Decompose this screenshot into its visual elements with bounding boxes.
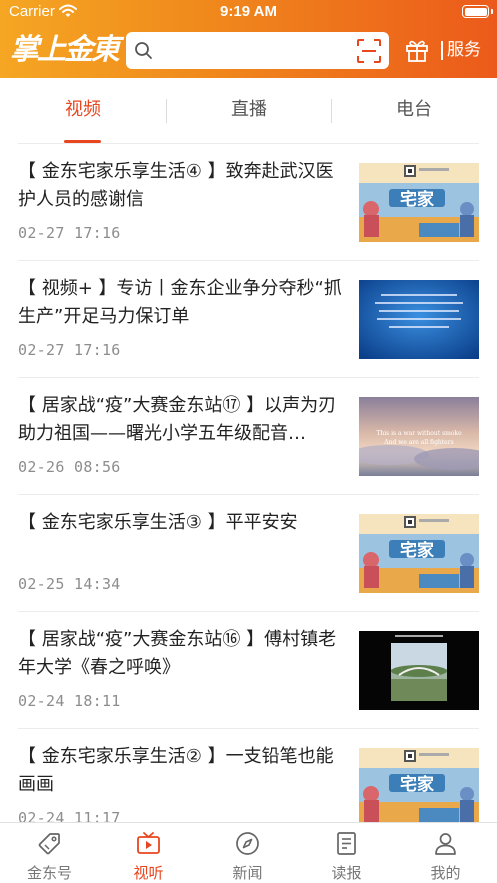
news-time: 02-25 14:34 [18, 575, 121, 593]
thumb-caption-line2: And we are all fighters [383, 439, 453, 446]
news-time: 02-27 17:16 [18, 341, 121, 359]
news-title: 【 视频+ 】专访丨金东企业争分夺秒“抓生产”开足马力保订单 [18, 278, 342, 327]
nav-item-news[interactable]: 新闻 [198, 823, 297, 883]
status-bar: Carrier 9:19 AM [0, 0, 497, 26]
app-logo: 掌上金東 [10, 32, 120, 66]
news-thumbnail[interactable]: 宅家 [359, 748, 479, 822]
battery-icon [462, 5, 493, 18]
nav-item-newspaper[interactable]: 读报 [297, 823, 396, 883]
news-thumbnail[interactable]: 宅家 [359, 163, 479, 242]
compass-icon [236, 832, 259, 855]
news-time: 02-26 08:56 [18, 458, 121, 476]
poster-title: 宅家 [400, 189, 434, 210]
nav-item-shiting[interactable]: 视听 [99, 823, 198, 883]
nav-item-mine[interactable]: 我的 [396, 823, 495, 883]
bottom-nav: 金东号 视听 新闻 读报 我的 [0, 822, 497, 883]
tab-radio[interactable]: 电台 [331, 78, 497, 144]
nav-label: 新闻 [232, 864, 263, 882]
status-time: 9:19 AM [220, 3, 277, 20]
news-title: 【 金东宅家乐享生活④ 】致奔赴武汉医护人员的感谢信 [18, 161, 334, 210]
news-thumbnail[interactable] [359, 631, 479, 710]
list-item[interactable]: 【 居家战“疫”大赛金东站⑯ 】傅村镇老年大学《春之呼唤》 02-24 18:1… [0, 612, 497, 729]
tab-live[interactable]: 直播 [166, 78, 332, 144]
thumb-caption-line1: This is a war without smoke [376, 430, 462, 437]
service-button[interactable]: 服务 [447, 38, 481, 62]
gift-icon[interactable] [404, 37, 430, 63]
news-list: 【 金东宅家乐享生活④ 】致奔赴武汉医护人员的感谢信 02-27 17:16 宅… [0, 144, 497, 822]
tv-play-icon [137, 832, 160, 854]
tab-video[interactable]: 视频 [0, 78, 166, 144]
search-input[interactable] [126, 32, 389, 69]
list-item[interactable]: 【 金东宅家乐享生活② 】一支铅笔也能画画 02-24 11:17 宅家 [0, 729, 497, 822]
app-header: Carrier 9:19 AM 掌上金東 服务 [0, 0, 497, 78]
poster-title: 宅家 [400, 540, 434, 561]
news-title: 【 金东宅家乐享生活③ 】平平安安 [18, 512, 298, 533]
list-item[interactable]: 【 居家战“疫”大赛金东站⑰ 】以声为刃助力祖国——曙光小学五年级配音… 02-… [0, 378, 497, 495]
user-icon [435, 833, 456, 855]
news-thumbnail[interactable]: This is a war without smoke And we are a… [359, 397, 479, 476]
list-item[interactable]: 【 视频+ 】专访丨金东企业争分夺秒“抓生产”开足马力保订单 02-27 17:… [0, 261, 497, 378]
news-time: 02-24 18:11 [18, 692, 121, 710]
news-title: 【 居家战“疫”大赛金东站⑰ 】以声为刃助力祖国——曙光小学五年级配音… [18, 395, 337, 444]
news-time: 02-24 11:17 [18, 809, 121, 822]
news-thumbnail[interactable] [359, 280, 479, 359]
tag-icon [38, 833, 60, 855]
news-title: 【 金东宅家乐享生活② 】一支铅笔也能画画 [18, 746, 334, 795]
newspaper-icon [337, 832, 356, 855]
list-item[interactable]: 【 金东宅家乐享生活③ 】平平安安 02-25 14:34 宅家 [0, 495, 497, 612]
news-thumbnail[interactable]: 宅家 [359, 514, 479, 593]
news-time: 02-27 17:16 [18, 224, 121, 242]
nav-label: 视听 [133, 864, 164, 882]
news-title: 【 居家战“疫”大赛金东站⑯ 】傅村镇老年大学《春之呼唤》 [18, 629, 337, 678]
scan-icon[interactable] [356, 38, 382, 64]
nav-item-jindonghao[interactable]: 金东号 [0, 823, 99, 883]
nav-label: 金东号 [26, 864, 72, 882]
nav-label: 读报 [331, 864, 362, 882]
category-tabs: 视频 直播 电台 [0, 78, 497, 144]
search-icon [135, 42, 152, 59]
nav-label: 我的 [430, 864, 461, 882]
list-item[interactable]: 【 金东宅家乐享生活④ 】致奔赴武汉医护人员的感谢信 02-27 17:16 宅… [0, 144, 497, 261]
service-divider [441, 41, 443, 60]
poster-title: 宅家 [400, 774, 434, 795]
